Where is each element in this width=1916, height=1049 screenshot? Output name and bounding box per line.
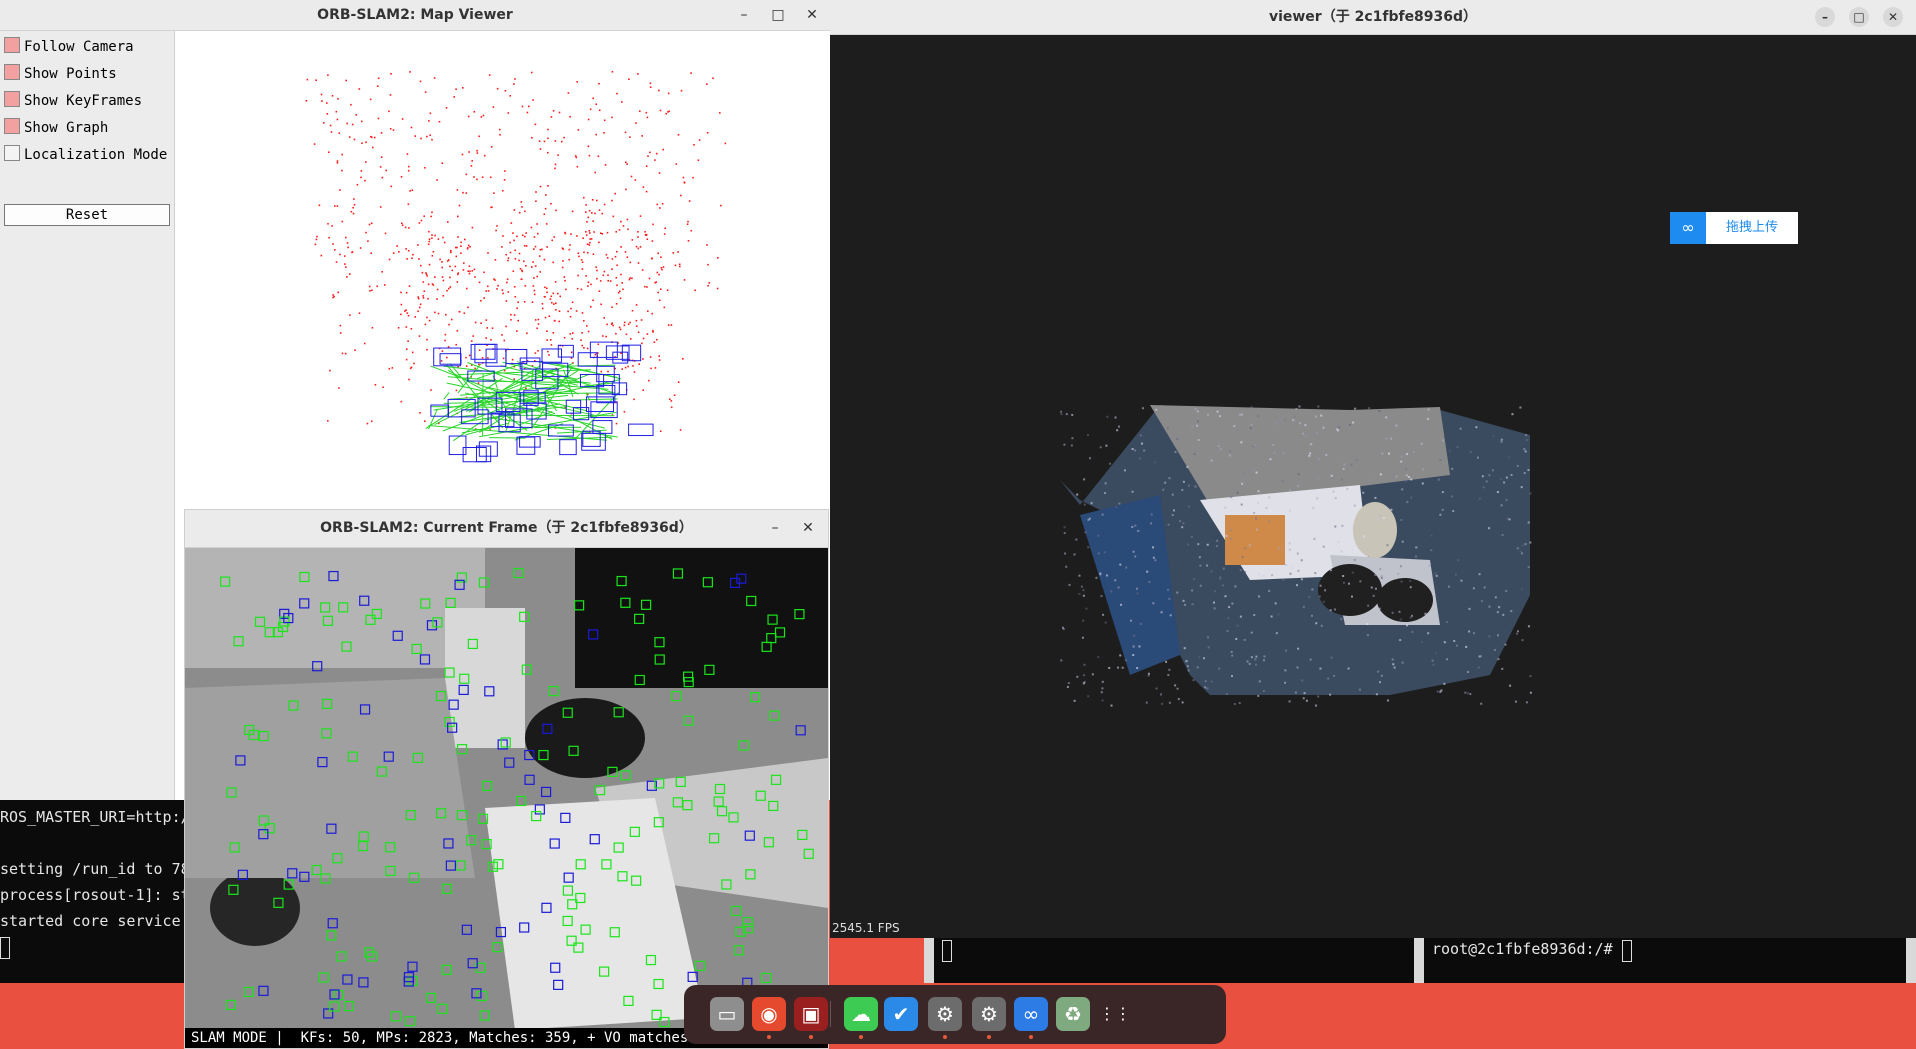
current-frame-window: ORB-SLAM2: Current Frame（于 2c1fbfe8936d）…	[184, 509, 829, 1049]
baidu-netdisk-icon: ∞	[1670, 212, 1706, 244]
terminal-line: setting /run_id to 78	[0, 860, 190, 878]
fps-counter: 2545.1 FPS	[832, 921, 900, 935]
terminal-cursor	[942, 940, 952, 962]
terminal-left[interactable]: ROS_MASTER_URI=http:/ setting /run_id to…	[0, 800, 190, 983]
close-icon[interactable]: ✕	[795, 510, 821, 547]
terminal-right[interactable]: root@2c1fbfe8936d:/#	[924, 938, 1916, 983]
option-follow-camera[interactable]: Follow Camera	[4, 36, 134, 58]
checkbox[interactable]	[4, 118, 20, 134]
running-indicator	[767, 1035, 771, 1039]
todo-icon[interactable]: ✔	[884, 997, 918, 1031]
rgbd-point-cloud[interactable]	[830, 35, 1916, 938]
minimize-icon[interactable]: –	[731, 0, 757, 30]
window-title: ORB-SLAM2: Current Frame（于 2c1fbfe8936d）	[320, 520, 693, 536]
chrome-icon[interactable]: ◉	[752, 997, 786, 1031]
viewer-window: viewer（于 2c1fbfe8936d） – □ ✕ ∞ 拖拽上传 2545…	[830, 0, 1916, 938]
app-icon[interactable]: ▣	[794, 997, 828, 1031]
maximize-icon[interactable]: □	[765, 0, 791, 30]
option-show-points[interactable]: Show Points	[4, 63, 117, 85]
terminal-cursor	[0, 937, 10, 959]
maximize-icon[interactable]: □	[1849, 7, 1869, 27]
checkbox[interactable]	[4, 64, 20, 80]
minimize-icon[interactable]: –	[1815, 7, 1835, 27]
baidu-netdisk-icon[interactable]: ∞	[1014, 997, 1048, 1031]
terminal-line: started core service	[0, 912, 181, 930]
upload-widget[interactable]: ∞ 拖拽上传	[1670, 212, 1798, 244]
settings-icon[interactable]: ⚙	[928, 997, 962, 1031]
window-title: ORB-SLAM2: Map Viewer	[317, 7, 513, 23]
map-viewer-titlebar[interactable]: ORB-SLAM2: Map Viewer – □ ✕	[0, 0, 830, 31]
close-icon[interactable]: ✕	[1883, 7, 1903, 27]
running-indicator	[809, 1035, 813, 1039]
reset-button[interactable]: Reset	[4, 204, 170, 226]
option-show-keyframes[interactable]: Show KeyFrames	[4, 90, 142, 112]
map-options-panel: Follow Camera Show Points Show KeyFrames…	[0, 31, 175, 800]
terminal-prompt: root@2c1fbfe8936d:/#	[1432, 940, 1613, 958]
wechat-icon[interactable]: ☁	[844, 997, 878, 1031]
option-show-graph[interactable]: Show Graph	[4, 117, 108, 139]
current-frame-titlebar[interactable]: ORB-SLAM2: Current Frame（于 2c1fbfe8936d）…	[185, 510, 828, 548]
viewer-titlebar[interactable]: viewer（于 2c1fbfe8936d） – □ ✕	[830, 0, 1916, 35]
app-grid-icon[interactable]: ⋮⋮	[1098, 997, 1132, 1031]
trash-icon[interactable]: ♻	[1056, 997, 1090, 1031]
terminal-line: ROS_MASTER_URI=http:/	[0, 808, 190, 826]
dock-separator	[830, 1001, 831, 1027]
close-icon[interactable]: ✕	[799, 0, 825, 30]
current-frame-image	[185, 548, 828, 1030]
running-indicator	[859, 1035, 863, 1039]
checkbox[interactable]	[4, 91, 20, 107]
terminal-line: process[rosout-1]: st	[0, 886, 190, 904]
settings-icon-2[interactable]: ⚙	[972, 997, 1006, 1031]
window-title: viewer（于 2c1fbfe8936d）	[1269, 9, 1477, 25]
minimize-icon[interactable]: –	[762, 510, 788, 547]
running-indicator	[987, 1035, 991, 1039]
terminal-cursor	[1622, 940, 1632, 962]
files-icon[interactable]: ▭	[710, 997, 744, 1031]
running-indicator	[943, 1035, 947, 1039]
upload-label: 拖拽上传	[1706, 212, 1798, 244]
dock: ▭◉▣☁✔⚙⚙∞♻⋮⋮	[684, 985, 1226, 1044]
checkbox[interactable]	[4, 145, 20, 161]
map-point-cloud-canvas[interactable]	[175, 31, 830, 511]
running-indicator	[1029, 1035, 1033, 1039]
checkbox[interactable]	[4, 37, 20, 53]
option-localization-mode[interactable]: Localization Mode	[4, 144, 167, 166]
